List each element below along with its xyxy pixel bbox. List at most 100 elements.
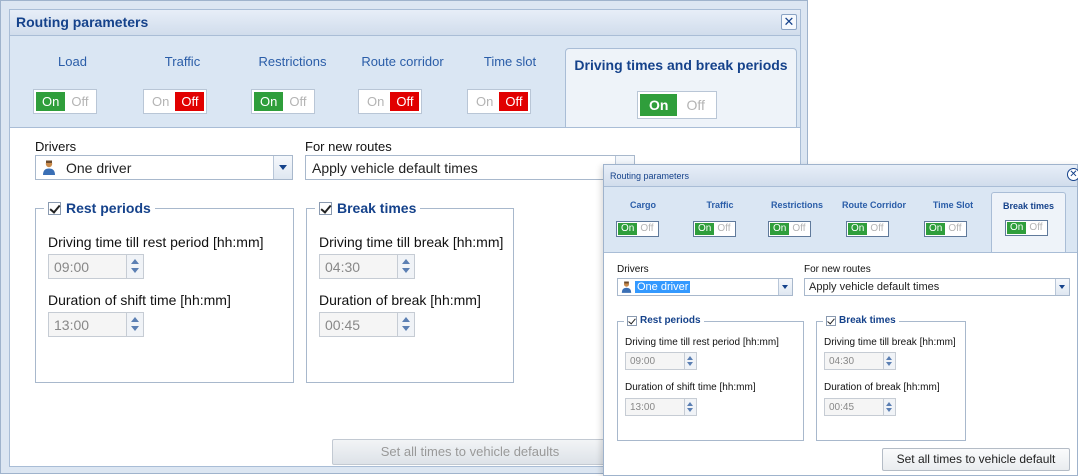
close-icon[interactable]: ✕ [1067, 168, 1078, 181]
rest-drive-spinner[interactable]: 09:00 [48, 254, 144, 279]
load-toggle[interactable]: On Off [33, 89, 98, 114]
break-times-toggle[interactable]: On Off [1005, 220, 1048, 236]
tab-label: Driving times and break periods [574, 57, 788, 73]
drivers-combo[interactable]: One driver [617, 278, 793, 296]
rest-periods-group: Rest periods Driving time till rest peri… [35, 200, 294, 383]
tab-time-slot[interactable]: Time Slot On Off [918, 187, 988, 252]
break-drive-spinner[interactable]: 04:30 [319, 254, 415, 279]
toggle-off[interactable]: Off [1026, 222, 1045, 234]
toggle-on[interactable]: On [848, 223, 868, 235]
chevron-down-icon[interactable] [778, 279, 792, 295]
tab-time-slot[interactable]: Time slot On Off [465, 36, 555, 127]
break-times-legend[interactable]: Break times [823, 315, 899, 326]
break-drive-spinner[interactable]: 04:30 [824, 352, 896, 370]
toggle-off[interactable]: Off [677, 94, 713, 116]
tab-label: Traffic [706, 200, 734, 210]
checkbox-checked-icon[interactable] [627, 315, 637, 326]
toggle-on[interactable]: On [470, 92, 499, 111]
toggle-off[interactable]: Off [390, 92, 420, 111]
rest-drive-spinner[interactable]: 09:00 [625, 352, 697, 370]
new-routes-label: For new routes [305, 139, 392, 154]
tab-content: Drivers One driver For new routes Apply … [604, 252, 1077, 475]
toggle-off[interactable]: Off [637, 223, 656, 235]
toggle-off[interactable]: Off [175, 92, 205, 111]
break-duration-spinner[interactable]: 00:45 [319, 312, 415, 337]
tab-label: Route corridor [361, 54, 444, 69]
toggle-off[interactable]: Off [714, 223, 733, 235]
toggle-off[interactable]: Off [867, 223, 886, 235]
toggle-off[interactable]: Off [789, 223, 808, 235]
spinner-buttons[interactable] [126, 255, 143, 278]
tab-restrictions[interactable]: Restrictions On Off [245, 36, 340, 127]
toggle-on[interactable]: On [254, 92, 284, 111]
traffic-toggle[interactable]: On Off [143, 89, 208, 114]
spinner-buttons[interactable] [397, 313, 414, 336]
toggle-off[interactable]: Off [945, 223, 964, 235]
toggle-on[interactable]: On [361, 92, 390, 111]
rest-shift-spinner[interactable]: 13:00 [48, 312, 144, 337]
time-slot-toggle[interactable]: On Off [924, 221, 967, 237]
break-duration-spinner[interactable]: 00:45 [824, 398, 896, 416]
toggle-off[interactable]: Off [499, 92, 529, 111]
tab-break-times[interactable]: Break times On Off [991, 192, 1066, 253]
toggle-on[interactable]: On [695, 223, 715, 235]
new-routes-value: Apply vehicle default times [809, 281, 940, 293]
break-times-legend[interactable]: Break times [315, 200, 421, 216]
route-corridor-toggle[interactable]: On Off [358, 89, 423, 114]
restrictions-toggle[interactable]: On Off [768, 221, 811, 237]
dialog-title: Routing parameters [16, 14, 149, 30]
tab-label: Break times [1002, 201, 1055, 211]
traffic-toggle[interactable]: On Off [693, 221, 736, 237]
tab-traffic[interactable]: Traffic On Off [135, 36, 230, 127]
time-slot-toggle[interactable]: On Off [467, 89, 532, 114]
routing-parameters-dialog-small: Routing parameters ✕ Cargo On Off Traffi… [603, 164, 1078, 476]
toggle-on[interactable]: On [640, 94, 678, 116]
break-duration-value: 00:45 [325, 317, 361, 333]
spinner-buttons[interactable] [883, 353, 895, 369]
chevron-down-icon[interactable] [1055, 279, 1069, 295]
rest-shift-label: Duration of shift time [hh:mm] [48, 292, 231, 308]
close-icon[interactable]: ✕ [781, 14, 797, 30]
set-defaults-button[interactable]: Set all times to vehicle default [882, 448, 1070, 471]
parameter-tabs: Cargo On Off Traffic On Off Restrictions… [604, 187, 1077, 253]
spinner-buttons[interactable] [883, 399, 895, 415]
tab-route-corridor[interactable]: Route Corridor On Off [834, 187, 914, 252]
new-routes-combo[interactable]: Apply vehicle default times [305, 155, 635, 180]
tab-route-corridor[interactable]: Route corridor On Off [350, 36, 455, 127]
toggle-off[interactable]: Off [283, 92, 312, 111]
cargo-toggle[interactable]: On Off [616, 221, 659, 237]
toggle-on[interactable]: On [618, 223, 638, 235]
drivers-combo[interactable]: One driver [35, 155, 293, 180]
toggle-on[interactable]: On [1007, 222, 1027, 234]
rest-drive-label: Driving time till rest period [hh:mm] [625, 337, 779, 348]
rest-periods-legend[interactable]: Rest periods [624, 315, 704, 326]
spinner-buttons[interactable] [684, 353, 696, 369]
toggle-on[interactable]: On [146, 92, 175, 111]
spinner-buttons[interactable] [684, 399, 696, 415]
tab-traffic[interactable]: Traffic On Off [689, 187, 751, 252]
toggle-on[interactable]: On [36, 92, 66, 111]
tab-driving-times[interactable]: Driving times and break periods On Off [565, 48, 797, 128]
tab-restrictions[interactable]: Restrictions On Off [762, 187, 832, 252]
rest-periods-legend[interactable]: Rest periods [44, 200, 155, 216]
break-duration-label: Duration of break [hh:mm] [319, 292, 481, 308]
route-corridor-toggle[interactable]: On Off [846, 221, 889, 237]
new-routes-combo[interactable]: Apply vehicle default times [804, 278, 1070, 296]
checkbox-checked-icon[interactable] [826, 315, 836, 326]
tab-label: Cargo [629, 200, 656, 210]
driving-times-toggle[interactable]: On Off [637, 91, 717, 119]
tab-cargo[interactable]: Cargo On Off [612, 187, 674, 252]
checkbox-checked-icon[interactable] [319, 201, 332, 215]
spinner-buttons[interactable] [126, 313, 143, 336]
new-routes-label: For new routes [804, 264, 871, 275]
spinner-buttons[interactable] [397, 255, 414, 278]
set-defaults-button[interactable]: Set all times to vehicle defaults [332, 439, 608, 465]
toggle-off[interactable]: Off [65, 92, 94, 111]
restrictions-toggle[interactable]: On Off [251, 89, 316, 114]
rest-shift-spinner[interactable]: 13:00 [625, 398, 697, 416]
toggle-on[interactable]: On [926, 223, 946, 235]
tab-load[interactable]: Load On Off [25, 36, 120, 127]
toggle-on[interactable]: On [770, 223, 790, 235]
chevron-down-icon[interactable] [273, 156, 292, 179]
checkbox-checked-icon[interactable] [48, 201, 61, 215]
